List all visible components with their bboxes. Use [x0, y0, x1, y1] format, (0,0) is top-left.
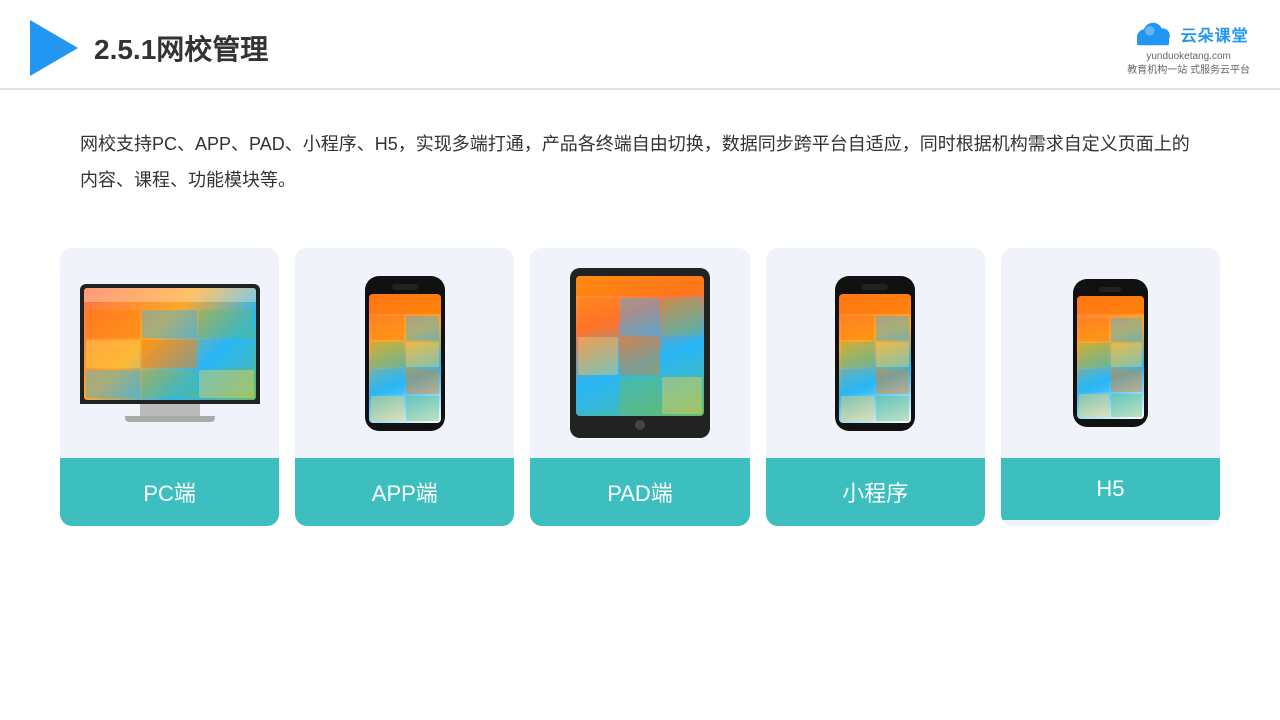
phone-notch: [392, 284, 418, 290]
card-pc: PC端: [60, 248, 279, 526]
phone-small-screen: [1077, 296, 1144, 419]
card-miniapp: 小程序: [766, 248, 985, 526]
header-left: 2.5.1网校管理: [30, 20, 268, 76]
brand-tagline: yunduoketang.com 教育机构一站 式服务云平台: [1127, 50, 1250, 78]
card-miniapp-label: 小程序: [766, 458, 985, 526]
page-title: 2.5.1网校管理: [94, 28, 268, 68]
phone-notch-2: [862, 284, 888, 290]
miniapp-phone-icon: [835, 276, 915, 431]
card-h5-label: H5: [1001, 458, 1220, 520]
phone-screen-2: [839, 294, 911, 423]
card-app: APP端: [295, 248, 514, 526]
tablet-home-button: [635, 420, 645, 430]
h5-phone-icon: [1073, 279, 1148, 427]
brand-name: 云朵课堂: [1181, 22, 1249, 46]
description-paragraph: 网校支持PC、APP、PAD、小程序、H5，实现多端打通，产品各终端自由切换，数…: [80, 126, 1200, 198]
card-h5: H5: [1001, 248, 1220, 526]
card-pc-label: PC端: [60, 458, 279, 526]
pad-tablet-icon: [570, 268, 710, 438]
card-pad-image: [530, 248, 749, 458]
logo-triangle-icon: [30, 20, 78, 76]
app-phone-icon: [365, 276, 445, 431]
card-pad-label: PAD端: [530, 458, 749, 526]
card-app-image: [295, 248, 514, 458]
card-app-label: APP端: [295, 458, 514, 526]
card-miniapp-image: [766, 248, 985, 458]
brand-logo-icon: 云朵课堂: [1129, 18, 1249, 50]
phone-small-notch: [1099, 287, 1121, 292]
header-right: 云朵课堂 yunduoketang.com 教育机构一站 式服务云平台: [1127, 18, 1250, 78]
cards-container: PC端: [0, 218, 1280, 566]
header: 2.5.1网校管理 云朵课堂 yunduoketang.com 教育机构一站 式…: [0, 0, 1280, 90]
pc-monitor-icon: [80, 284, 260, 422]
description-text: 网校支持PC、APP、PAD、小程序、H5，实现多端打通，产品各终端自由切换，数…: [0, 90, 1280, 218]
tablet-screen: [576, 276, 704, 416]
cloud-icon: [1129, 18, 1177, 50]
brand-logo: 云朵课堂 yunduoketang.com 教育机构一站 式服务云平台: [1127, 18, 1250, 78]
phone-screen: [369, 294, 441, 423]
card-pad: PAD端: [530, 248, 749, 526]
card-pc-image: [60, 248, 279, 458]
card-h5-image: [1001, 248, 1220, 458]
